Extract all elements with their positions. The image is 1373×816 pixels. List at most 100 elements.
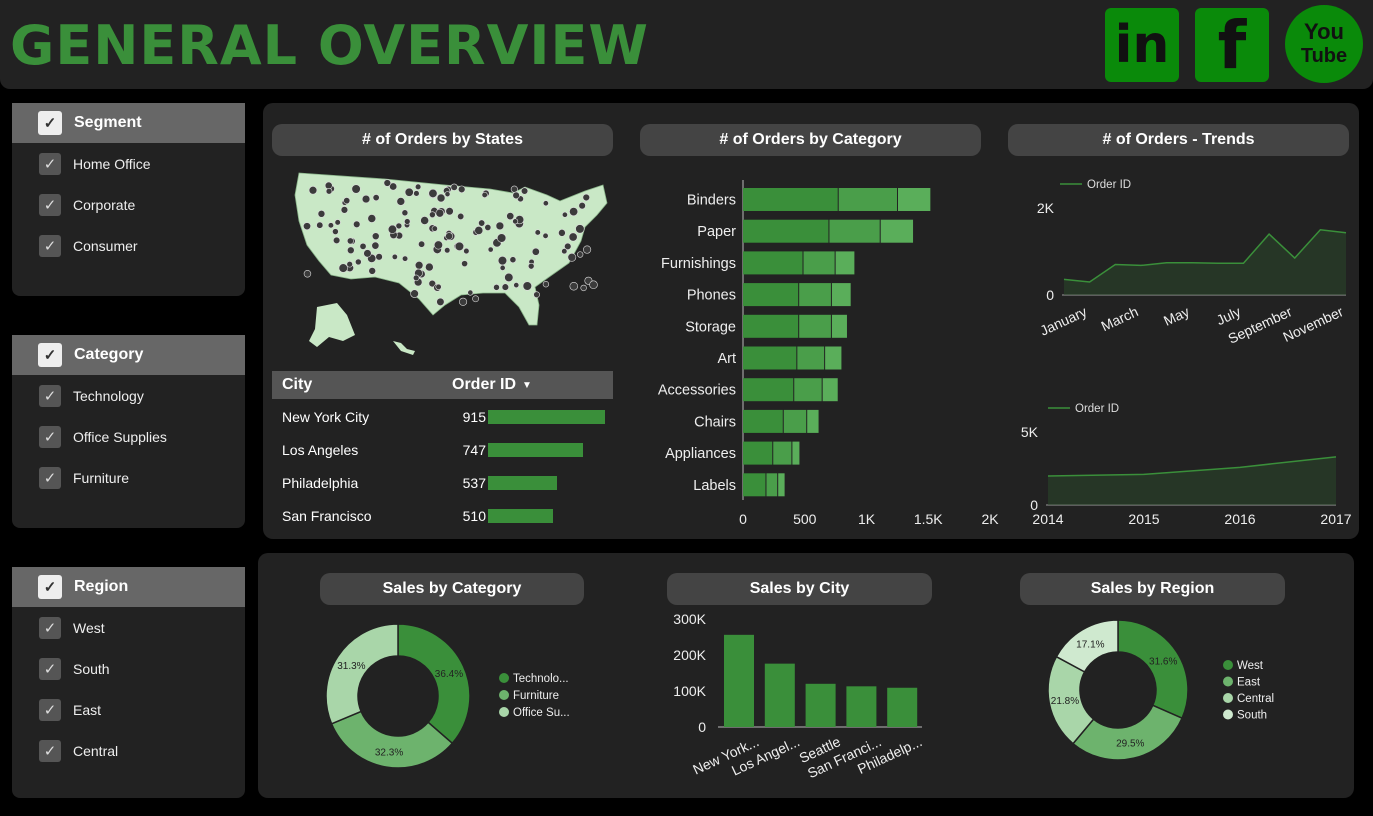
map-point [520, 187, 529, 195]
legend-swatch [499, 690, 509, 700]
category-option[interactable]: ✓ Furniture [12, 457, 245, 498]
category-label: Appliances [665, 446, 736, 462]
check-icon[interactable]: ✓ [39, 193, 61, 216]
donut-value-label: 29.5% [1116, 739, 1144, 750]
legend-label: Central [1237, 693, 1274, 705]
sort-down-icon[interactable]: ▼ [522, 380, 532, 391]
check-icon[interactable]: ✓ [38, 111, 62, 135]
legend-label: Technolo... [513, 673, 569, 685]
us-map[interactable] [285, 165, 615, 360]
trends-title: # of Orders - Trends [1008, 124, 1349, 156]
category-bar-segment [831, 283, 851, 307]
map-point [303, 222, 311, 231]
map-point [435, 283, 442, 290]
check-icon[interactable]: ✓ [38, 343, 62, 367]
region-option[interactable]: ✓ West [12, 607, 245, 648]
category-filter: ✓ Category ✓ Technology ✓ Office Supplies … [12, 335, 245, 528]
option-label: Central [73, 742, 119, 759]
check-icon[interactable]: ✓ [39, 466, 61, 489]
map-point [582, 193, 590, 202]
region-filter-header[interactable]: ✓ Region [12, 567, 245, 607]
category-bar-segment [773, 441, 792, 465]
map-point [583, 245, 592, 254]
segment-option[interactable]: ✓ Consumer [12, 225, 245, 266]
region-option[interactable]: ✓ South [12, 648, 245, 689]
youtube-icon[interactable]: You Tube [1285, 5, 1363, 83]
legend-label: Furniture [513, 690, 559, 702]
map-point [513, 282, 520, 289]
map-point [387, 224, 397, 234]
segment-option[interactable]: ✓ Home Office [12, 143, 245, 184]
sales-by-city-chart: 0100K200K300KNew York...Los Angel...Seat… [673, 611, 924, 781]
sales-by-region-chart: 31.6% 29.5% 21.8% 17.1% West East Central South [1047, 619, 1274, 761]
table-row[interactable]: Philadelphia 537 [272, 466, 613, 499]
col-city[interactable]: City [272, 376, 452, 394]
map-point [435, 208, 445, 218]
map-point [401, 209, 409, 217]
facebook-label: f [1217, 6, 1247, 84]
map-point [332, 228, 339, 235]
x-tick-label: 0 [739, 511, 747, 527]
map-point [445, 207, 454, 216]
check-icon[interactable]: ✓ [39, 425, 61, 448]
map-point [375, 253, 383, 261]
legend-swatch [1223, 660, 1233, 670]
x-tick-label: 2017 [1320, 511, 1351, 527]
option-label: Technology [73, 387, 144, 404]
table-row[interactable]: New York City 915 [272, 400, 613, 433]
map-point [431, 225, 438, 232]
segment-filter-header[interactable]: ✓ Segment [12, 103, 245, 143]
check-icon[interactable]: ✓ [39, 657, 61, 680]
map-point [457, 212, 465, 221]
linkedin-icon[interactable]: in [1105, 8, 1179, 82]
check-icon[interactable]: ✓ [39, 152, 61, 175]
col-order-id[interactable]: Order ID [452, 376, 516, 394]
map-point [372, 194, 380, 202]
region-option[interactable]: ✓ East [12, 689, 245, 730]
category-bar-segment [743, 346, 797, 370]
check-icon[interactable]: ✓ [39, 739, 61, 762]
map-point [522, 281, 532, 291]
map-point [478, 219, 486, 227]
map-point [327, 222, 334, 229]
category-filter-label: Category [74, 346, 144, 363]
map-point [316, 221, 324, 229]
map-point [561, 211, 568, 218]
map-point [568, 232, 578, 242]
x-tick-label: 2016 [1224, 511, 1255, 527]
segment-filter-label: Segment [74, 114, 142, 131]
map-point [467, 289, 474, 296]
x-tick-label: 2014 [1032, 511, 1063, 527]
check-icon[interactable]: ✓ [39, 234, 61, 257]
check-icon[interactable]: ✓ [39, 384, 61, 407]
category-bar-segment [831, 314, 847, 338]
category-filter-header[interactable]: ✓ Category [12, 335, 245, 375]
map-point [383, 179, 392, 187]
check-icon[interactable]: ✓ [39, 616, 61, 639]
check-icon[interactable]: ✓ [39, 698, 61, 721]
city-name: Los Angeles [282, 441, 359, 458]
map-point [308, 186, 318, 195]
category-option[interactable]: ✓ Technology [12, 375, 245, 416]
yearly-trend-chart: Order ID05K2014 2015 2016 2017 [1021, 403, 1352, 527]
map-point [334, 219, 341, 226]
table-row[interactable]: San Francisco 510 [272, 499, 613, 532]
map-point [533, 291, 540, 298]
x-tick-label: January [1037, 303, 1089, 339]
table-row[interactable]: Los Angeles 747 [272, 433, 613, 466]
region-filter: ✓ Region ✓ West ✓ South ✓ East ✓ Central [12, 567, 245, 798]
category-bar-segment [743, 283, 799, 307]
region-option[interactable]: ✓ Central [12, 730, 245, 771]
map-point [332, 236, 341, 245]
map-point [445, 232, 454, 241]
facebook-icon[interactable]: f [1195, 6, 1269, 84]
map-point [487, 246, 494, 253]
youtube-label-top: You [1304, 19, 1344, 44]
segment-option[interactable]: ✓ Corporate [12, 184, 245, 225]
map-point [368, 267, 376, 275]
category-bar-segment [794, 378, 822, 402]
category-option[interactable]: ✓ Office Supplies [12, 416, 245, 457]
check-icon[interactable]: ✓ [38, 575, 62, 599]
map-point [425, 262, 434, 272]
y-tick-label: 0 [1046, 287, 1054, 303]
